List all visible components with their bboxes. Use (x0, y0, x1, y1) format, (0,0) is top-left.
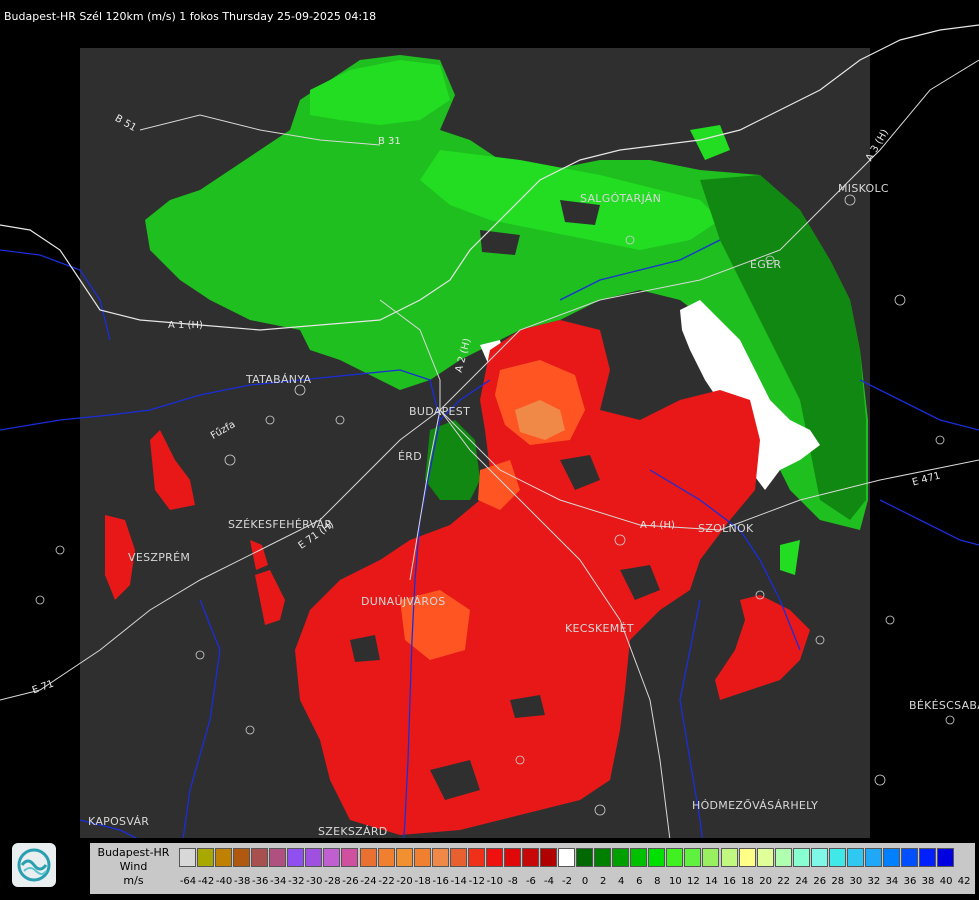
legend-swatch (287, 848, 305, 867)
legend-swatch (449, 848, 467, 867)
legend-swatch (431, 848, 449, 867)
legend-swatch (648, 848, 666, 867)
city-label-budapest: BUDAPEST (409, 405, 471, 418)
city-label-kecskemet: KECSKEMÉT (565, 622, 634, 635)
legend-swatch (503, 848, 521, 867)
city-label-bekescsaba: BÉKÉSCSABA (909, 699, 979, 712)
road-label-b31: B 31 (378, 136, 401, 147)
legend-swatch (179, 848, 196, 867)
legend-swatch (540, 848, 557, 867)
legend-swatch (251, 848, 269, 867)
legend-swatch (395, 848, 413, 867)
legend-swatch (901, 848, 918, 867)
city-label-veszprem: VESZPRÉM (128, 551, 191, 564)
legend-swatch (702, 848, 720, 867)
legend-swatch (774, 848, 792, 867)
legend-swatch (233, 848, 251, 867)
city-label-szekszard: SZEKSZÁRD (318, 825, 388, 838)
legend-swatch (612, 848, 630, 867)
legend-swatch (846, 848, 864, 867)
legend-swatch (937, 848, 955, 867)
legend-swatch (828, 848, 846, 867)
legend-quantity: Wind (119, 860, 148, 873)
legend-swatch (558, 848, 576, 867)
city-label-kaposvar: KAPOSVÁR (88, 815, 150, 828)
legend-swatch (738, 848, 756, 867)
legend-swatch (756, 848, 774, 867)
radar-map (0, 24, 979, 900)
legend-label: Budapest-HR Wind m/s (90, 843, 177, 894)
radar-map-view: Budapest-HR Szél 120km (m/s) 1 fokos Thu… (0, 0, 979, 900)
city-label-hodmezovasarhely: HÓDMEZŐVÁSÁRHELY (692, 799, 819, 812)
city-label-dunaujvaros: DUNAÚJVÁROS (361, 595, 446, 608)
legend-swatch (485, 848, 503, 867)
legend-swatch (666, 848, 684, 867)
legend-swatch (576, 848, 594, 867)
legend-swatch (359, 848, 377, 867)
logo-icon (12, 843, 56, 887)
road-label-a4: A 4 (H) (640, 520, 675, 531)
legend-swatch (341, 848, 359, 867)
legend-swatch (919, 848, 937, 867)
legend-swatch (467, 848, 485, 867)
legend-swatch (882, 848, 900, 867)
legend-swatch (215, 848, 233, 867)
legend-swatch (810, 848, 828, 867)
map-title: Budapest-HR Szél 120km (m/s) 1 fokos Thu… (4, 10, 377, 23)
legend-swatch (269, 848, 287, 867)
legend-swatch (197, 848, 215, 867)
legend-swatch (305, 848, 323, 867)
legend-swatch (521, 848, 539, 867)
legend-swatch (377, 848, 395, 867)
city-label-tatabanya: TATABÁNYA (246, 373, 312, 386)
city-label-salgotarjan: SALGÓTARJÁN (580, 192, 662, 205)
legend-swatch (720, 848, 738, 867)
legend-swatch (323, 848, 341, 867)
city-label-erd: ÉRD (398, 450, 422, 463)
legend-swatch (792, 848, 810, 867)
city-label-miskolc: MISKOLC (838, 182, 889, 195)
legend-swatch (864, 848, 882, 867)
legend-unit: m/s (123, 874, 144, 887)
legend-swatch (594, 848, 612, 867)
city-label-szolnok: SZOLNOK (698, 522, 754, 535)
legend-color-scale: -64 -42 -40 -38 -36 -34 -32 -30 -28 -26 -24 -22 -20-… (177, 843, 975, 894)
legend-station: Budapest-HR (97, 846, 170, 859)
road-label-a1: A 1 (H) (168, 320, 203, 331)
legend-tick-label: 42 (957, 876, 971, 887)
legend-swatch (413, 848, 431, 867)
legend-swatch (684, 848, 702, 867)
city-label-eger: EGER (750, 258, 782, 271)
legend-swatch (630, 848, 648, 867)
